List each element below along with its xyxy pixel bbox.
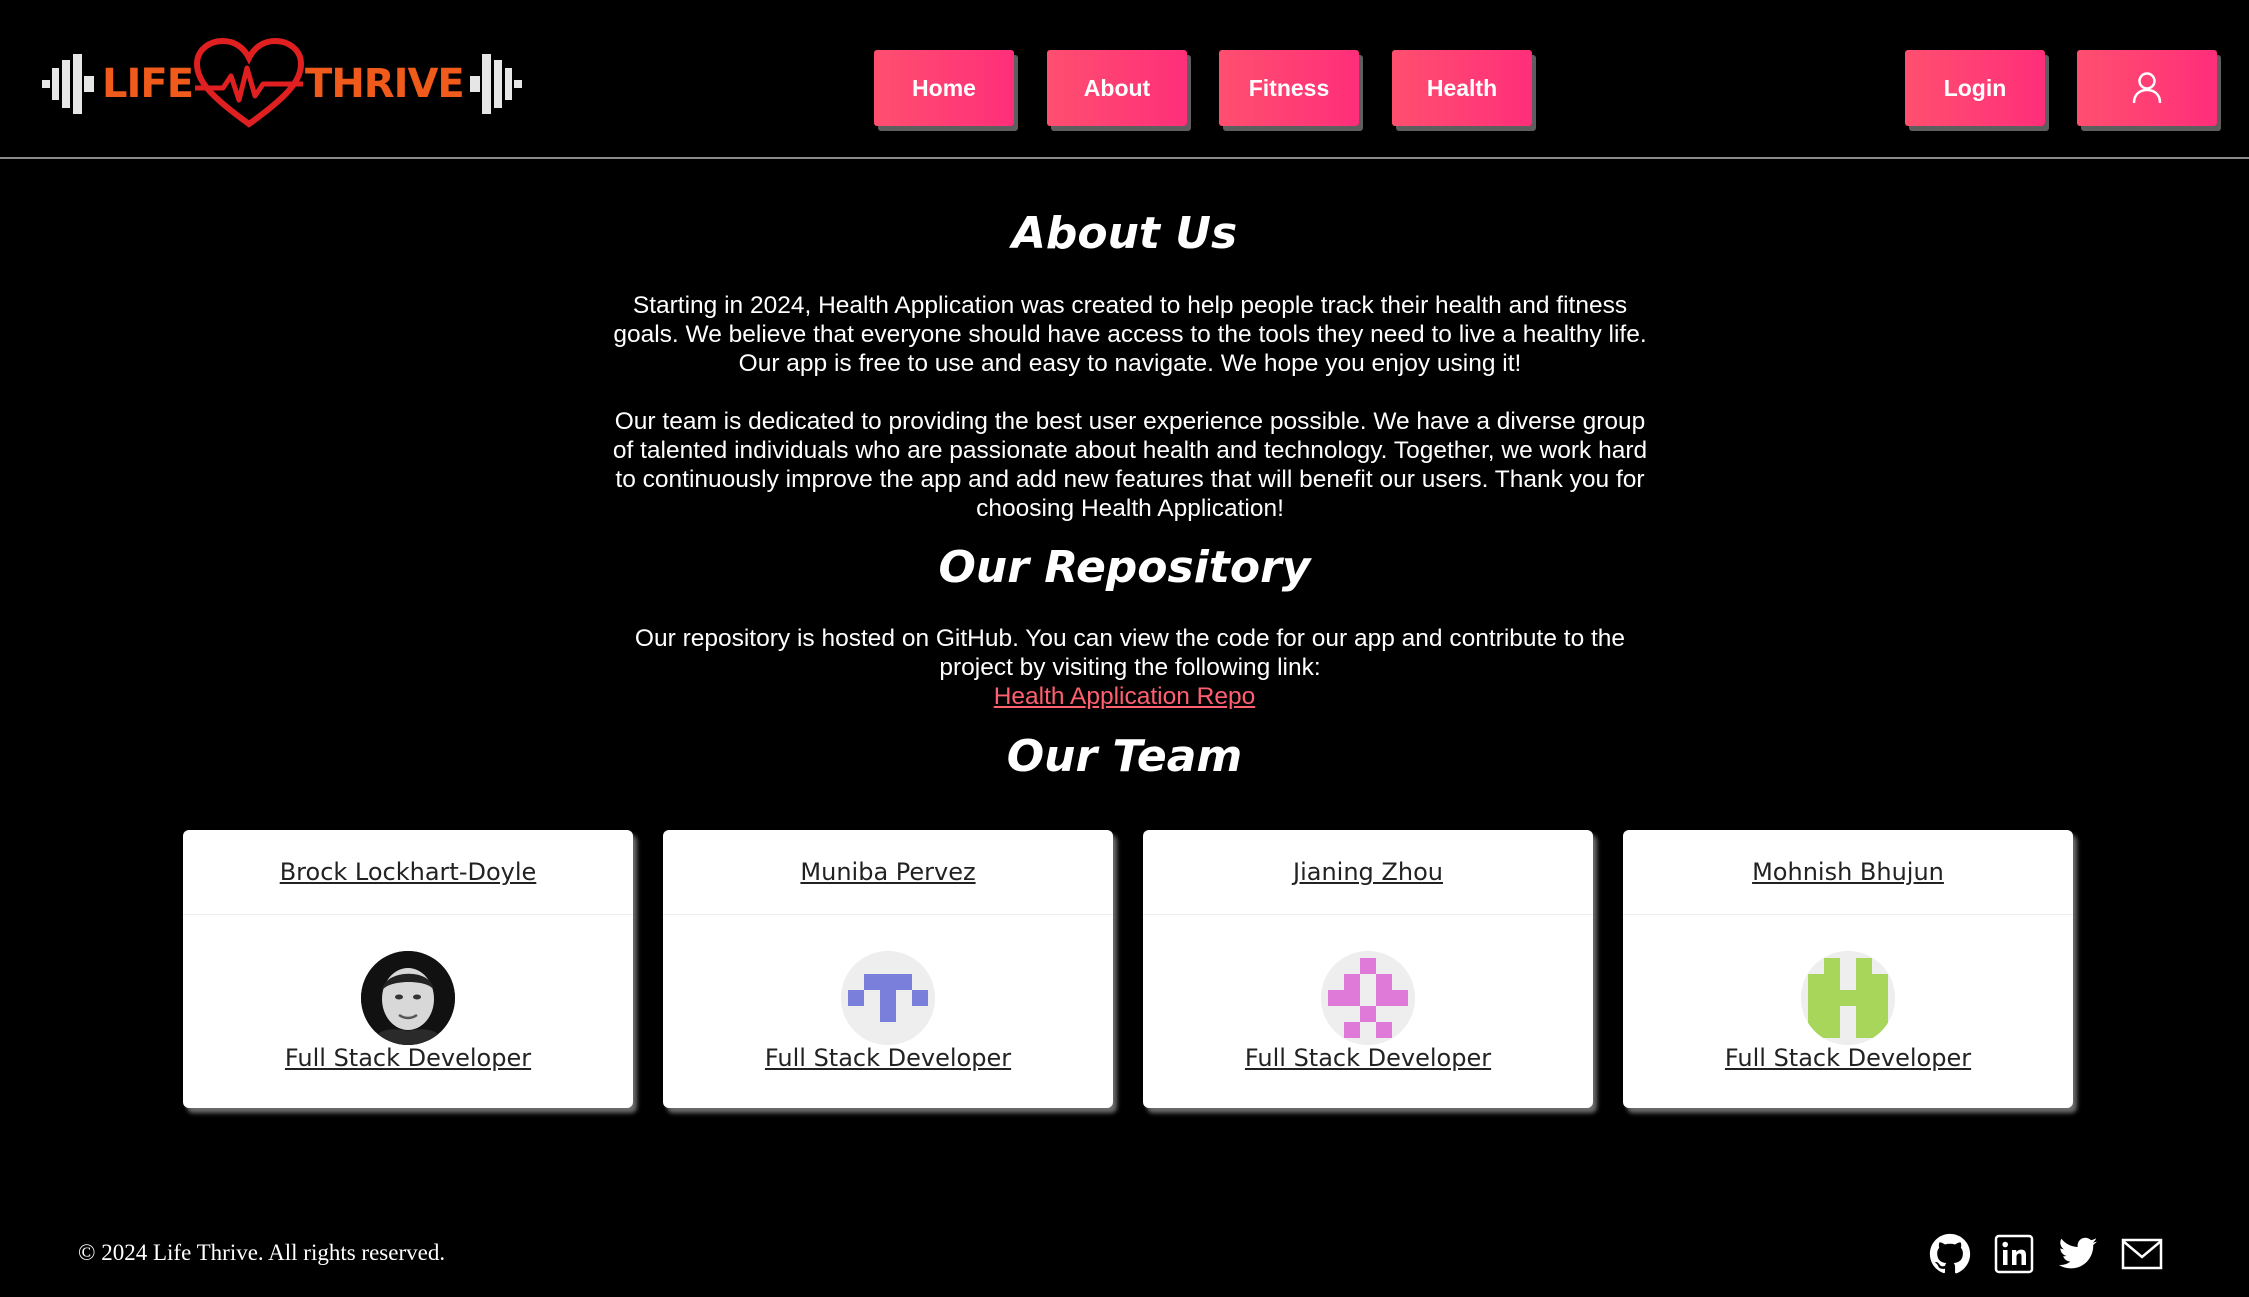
team-member-name[interactable]: Mohnish Bhujun <box>1623 858 2073 886</box>
card-divider <box>663 914 1113 915</box>
team-member-name[interactable]: Jianing Zhou <box>1143 858 1593 886</box>
site-header: LIFE THRIVE Home About Fitness Health Lo… <box>0 0 2249 159</box>
repository-link[interactable]: Health Application Repo <box>994 683 1256 710</box>
team-card: Muniba Pervez Full Stack Developer <box>663 830 1113 1108</box>
about-paragraph-2: Our team is dedicated to providing the b… <box>612 408 1648 522</box>
avatar-identicon <box>1801 951 1895 1045</box>
dumbbell-right-icon <box>469 54 522 114</box>
nav-home-button[interactable]: Home <box>874 50 1014 126</box>
repository-link-wrap: Health Application Repo <box>0 682 2249 711</box>
avatar-photo <box>361 951 455 1045</box>
team-member-role[interactable]: Full Stack Developer <box>183 1044 633 1072</box>
dumbbell-left-icon <box>42 54 94 114</box>
login-button[interactable]: Login <box>1905 50 2045 126</box>
team-member-role[interactable]: Full Stack Developer <box>663 1044 1113 1072</box>
repository-title: Our Repository <box>938 542 1311 593</box>
about-paragraph-1: Starting in 2024, Health Application was… <box>613 292 1647 377</box>
card-divider <box>1143 914 1593 915</box>
life-thrive-logo[interactable]: LIFE THRIVE <box>42 38 522 130</box>
avatar-identicon <box>841 951 935 1045</box>
mail-icon[interactable] <box>2121 1233 2163 1275</box>
footer-copyright: © 2024 Life Thrive. All rights reserved. <box>78 1240 446 1265</box>
team-member-name[interactable]: Muniba Pervez <box>663 858 1113 886</box>
profile-button[interactable] <box>2077 50 2217 126</box>
twitter-icon[interactable] <box>2057 1233 2099 1275</box>
team-title: Our Team <box>1006 731 1243 782</box>
logo-word-life: LIFE <box>102 61 194 107</box>
github-icon[interactable] <box>1929 1233 1971 1275</box>
logo-word-thrive: THRIVE <box>305 61 465 107</box>
nav-health-button[interactable]: Health <box>1392 50 1532 126</box>
user-icon <box>2132 72 2162 104</box>
card-divider <box>183 914 633 915</box>
heart-pulse-icon <box>194 38 305 128</box>
team-member-role[interactable]: Full Stack Developer <box>1143 1044 1593 1072</box>
card-divider <box>1623 914 2073 915</box>
team-member-name[interactable]: Brock Lockhart-Doyle <box>183 858 633 886</box>
avatar-identicon <box>1321 951 1415 1045</box>
linkedin-icon[interactable] <box>1993 1233 2035 1275</box>
repository-text: Our repository is hosted on GitHub. You … <box>634 625 1626 681</box>
about-title: About Us <box>1011 208 1238 259</box>
team-member-role[interactable]: Full Stack Developer <box>1623 1044 2073 1072</box>
team-card: Jianing Zhou Full Stack Developer <box>1143 830 1593 1108</box>
nav-fitness-button[interactable]: Fitness <box>1219 50 1359 126</box>
team-card: Brock Lockhart-Doyle Full Stack Develope… <box>183 830 633 1108</box>
nav-about-button[interactable]: About <box>1047 50 1187 126</box>
team-card: Mohnish Bhujun Full Stack Developer <box>1623 830 2073 1108</box>
